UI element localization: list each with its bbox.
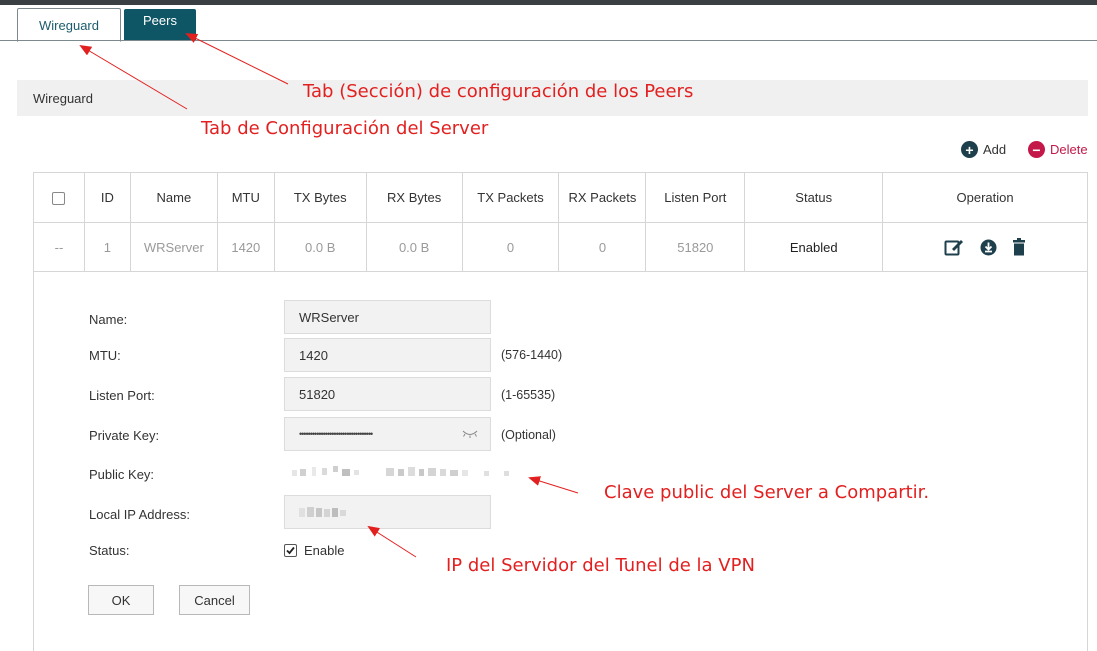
arrow-to-peers-tab	[185, 33, 289, 85]
annotation-arrows	[79, 33, 579, 558]
arrow-to-wireguard-tab	[79, 44, 188, 110]
arrow-to-public-key	[528, 476, 579, 494]
arrow-to-local-ip	[367, 525, 417, 558]
